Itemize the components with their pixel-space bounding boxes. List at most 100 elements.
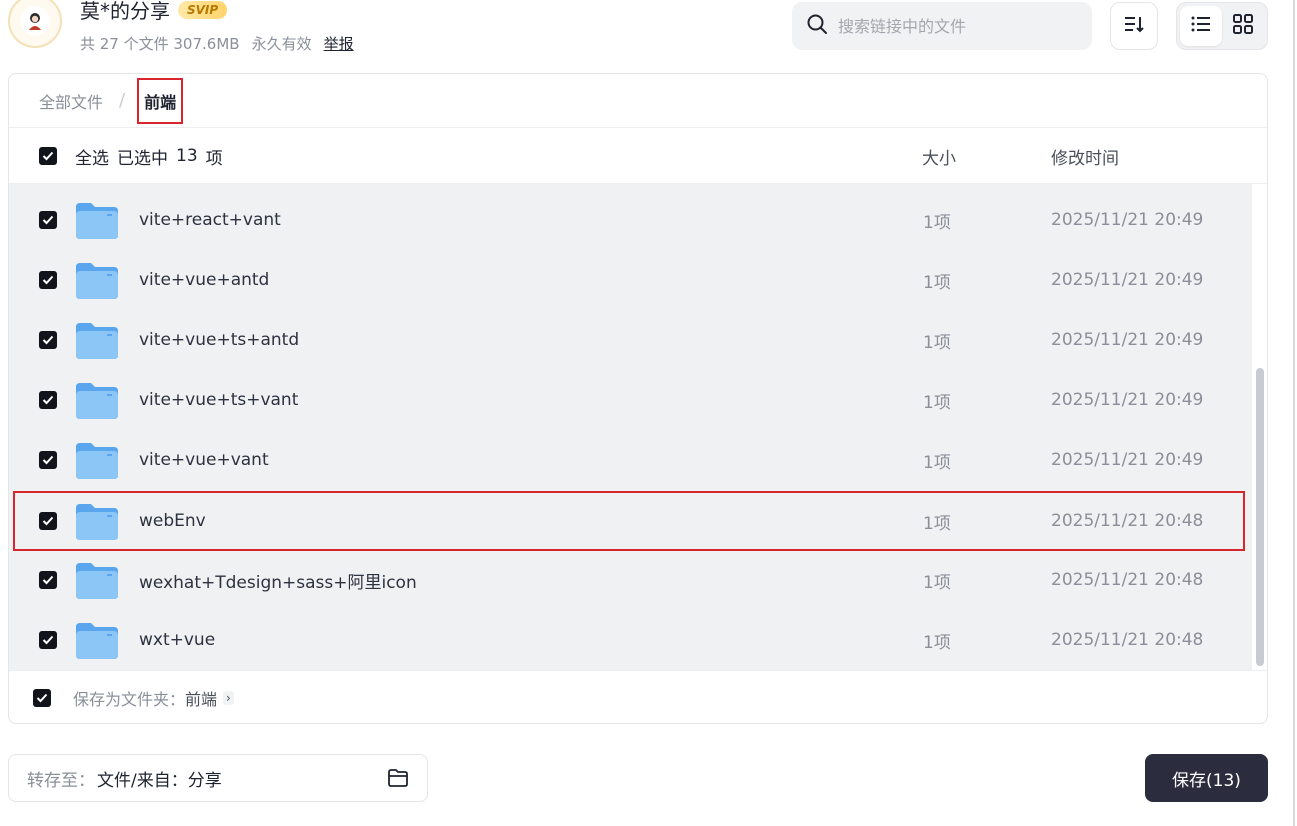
share-meta: 共 27 个文件 307.6MB 永久有效 举报 [80,33,354,54]
share-title-row: 莫*的分享 SVIP [80,0,228,24]
row-checkbox[interactable] [39,451,57,469]
save-as-folder-checkbox[interactable] [33,689,51,707]
destination-path: 文件/来自：分享 [97,770,222,791]
save-as-folder-label: 保存为文件夹： [73,690,186,709]
file-size: 1项 [923,392,951,413]
search-box[interactable] [792,2,1092,50]
file-modified-time: 2025/11/21 20:49 [1051,450,1204,470]
file-size: 1项 [923,452,951,473]
folder-icon [74,441,120,485]
scrollbar-thumb[interactable] [1256,368,1264,666]
file-modified-time: 2025/11/21 20:49 [1051,330,1204,350]
column-size[interactable]: 大小 [922,128,956,184]
file-row[interactable]: vite+vue+antd 1项 2025/11/21 20:49 [9,250,1252,310]
sort-icon [1123,14,1145,38]
search-input[interactable] [838,16,1068,36]
row-checkbox[interactable] [39,512,57,530]
file-modified-time: 2025/11/21 20:48 [1051,630,1204,650]
row-checkbox[interactable] [39,331,57,349]
selected-prefix: 已选中 [117,148,168,169]
file-name[interactable]: wexhat+Tdesign+sass+阿里icon [139,550,417,610]
check-icon [42,455,54,465]
file-row-highlighted[interactable]: webEnv 1项 2025/11/21 20:48 [13,491,1245,551]
grid-view-button[interactable] [1222,6,1264,46]
row-checkbox[interactable] [39,391,57,409]
file-name[interactable]: vite+vue+vant [139,430,269,490]
file-size: 1项 [923,632,951,653]
column-modified-time[interactable]: 修改时间 [1051,128,1119,184]
file-name[interactable]: wxt+vue [139,610,215,670]
file-name[interactable]: vite+react+vant [139,190,281,250]
file-name[interactable]: vite+vue+ts+vant [139,370,298,430]
check-icon [42,215,54,225]
folder-icon [74,621,120,665]
selected-count: 13 [176,146,198,166]
breadcrumb-root[interactable]: 全部文件 [39,89,103,113]
folder-icon [74,502,120,546]
breadcrumb-current: 前端 [137,77,184,124]
file-name[interactable]: webEnv [139,491,206,551]
row-checkbox[interactable] [39,631,57,649]
search-icon [806,13,828,39]
file-modified-time: 2025/11/21 20:48 [1051,511,1204,531]
file-name[interactable]: vite+vue+antd [139,250,269,310]
selection-summary: 全选 已选中 13 项 [75,128,223,184]
avatar [8,0,62,48]
share-title: 莫*的分享 [80,0,170,23]
selected-suffix: 项 [205,148,223,169]
row-checkbox[interactable] [39,571,57,589]
list-view-button[interactable] [1180,6,1222,46]
check-icon [42,275,54,285]
file-size: 1项 [923,212,951,233]
scrollbar-track[interactable] [1252,184,1267,670]
chevron-right-icon[interactable]: › [223,691,234,705]
file-size: 1项 [923,572,951,593]
avatar-image [20,6,50,36]
folder-outline-icon[interactable] [387,768,409,793]
file-modified-time: 2025/11/21 20:49 [1051,390,1204,410]
folder-icon [74,261,120,305]
file-row[interactable]: vite+vue+ts+antd 1项 2025/11/21 20:49 [9,310,1252,370]
grid-view-icon [1233,14,1253,38]
check-icon [42,151,54,161]
breadcrumb: 全部文件 / 前端 [9,74,1267,128]
destination-picker[interactable]: 转存至： 文件/来自：分享 [8,754,428,802]
list-view-icon [1191,16,1211,36]
row-checkbox[interactable] [39,211,57,229]
file-row[interactable]: vite+react+vant 1项 2025/11/21 20:49 [9,190,1252,250]
check-icon [42,575,54,585]
file-size: 1项 [923,513,951,534]
validity: 永久有效 [251,35,312,53]
check-icon [42,516,54,526]
file-panel: 全部文件 / 前端 全选 已选中 13 项 大小 修改时间 vite+react… [8,73,1268,724]
check-icon [42,395,54,405]
folder-icon [74,201,120,245]
file-row[interactable]: vite+vue+vant 1项 2025/11/21 20:49 [9,430,1252,490]
save-as-folder-name[interactable]: 前端 [185,686,217,710]
save-as-folder: 保存为文件夹： 前端 › [9,670,1267,723]
file-modified-time: 2025/11/21 20:49 [1051,210,1204,230]
file-row[interactable]: vite+vue+ts+vant 1项 2025/11/21 20:49 [9,370,1252,430]
file-name[interactable]: vite+vue+ts+antd [139,310,299,370]
select-all-label[interactable]: 全选 [75,144,109,169]
window-edge [1293,0,1295,826]
list-header: 全选 已选中 13 项 大小 修改时间 [9,128,1267,184]
sort-button[interactable] [1110,2,1158,50]
check-icon [42,635,54,645]
row-checkbox[interactable] [39,271,57,289]
folder-icon [74,561,120,605]
folder-icon [74,321,120,365]
check-icon [36,693,48,703]
report-link[interactable]: 举报 [324,33,354,54]
breadcrumb-separator: / [119,90,126,111]
file-modified-time: 2025/11/21 20:48 [1051,570,1204,590]
file-row[interactable]: wxt+vue 1项 2025/11/21 20:48 [9,610,1252,670]
destination-label: 转存至： [27,770,95,791]
save-button[interactable]: 保存(13) [1145,754,1268,802]
file-modified-time: 2025/11/21 20:49 [1051,270,1204,290]
file-row[interactable]: wexhat+Tdesign+sass+阿里icon 1项 2025/11/21… [9,550,1252,610]
select-all-checkbox[interactable] [39,147,57,165]
file-list: vite+react+vant 1项 2025/11/21 20:49 vite… [9,184,1252,670]
check-icon [42,335,54,345]
file-size: 1项 [923,272,951,293]
